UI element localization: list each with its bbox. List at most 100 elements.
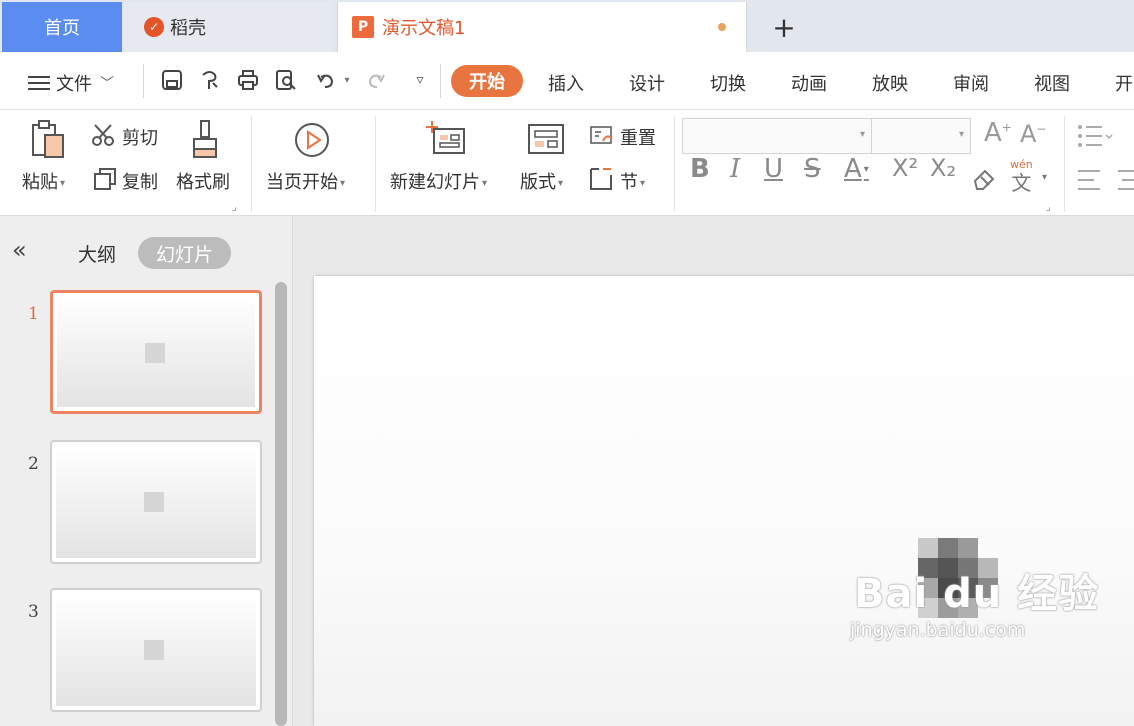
tab-document-label: 演示文稿1 — [382, 18, 466, 39]
copy-button[interactable]: 复制 — [122, 168, 158, 194]
copy-label: 复制 — [122, 172, 158, 193]
section-button[interactable]: 节 ▾ — [620, 168, 645, 194]
ribbon: 粘贴 ▾ 剪切 复制 格式刷 ⌟ 当页开始 ▾ 新建幻灯片 ▾ 版式 ▾ 重置 节 ▾ ▾… — [0, 110, 1134, 216]
section-label: 节 — [620, 172, 638, 193]
paste-icon[interactable] — [28, 118, 68, 160]
share-icon[interactable] — [198, 67, 222, 93]
tab-outline[interactable]: 大纲 — [78, 240, 116, 267]
tab-animation-label: 动画 — [791, 74, 827, 95]
play-current-button[interactable]: 当页开始 ▾ — [266, 168, 345, 194]
font-expand-icon[interactable]: ⌟ — [1046, 202, 1051, 213]
presentation-logo-icon: P — [352, 16, 374, 38]
tab-review[interactable]: 审阅 — [953, 70, 989, 96]
tab-start-label: 开始 — [469, 72, 505, 93]
tab-more-label: 开 — [1115, 74, 1133, 95]
underline-label: U — [764, 154, 784, 184]
font-size-select[interactable]: ▾ — [871, 118, 971, 154]
subscript-label: X₂ — [930, 154, 957, 182]
format-painter-icon[interactable] — [188, 118, 222, 160]
tab-slides[interactable]: 幻灯片 — [138, 237, 231, 269]
new-slide-button[interactable]: 新建幻灯片 ▾ — [390, 168, 487, 194]
new-tab-button[interactable]: + — [764, 2, 804, 52]
tab-insert[interactable]: 插入 — [548, 70, 584, 96]
redo-icon[interactable] — [364, 67, 388, 93]
collapse-panel-icon[interactable]: « — [12, 236, 27, 264]
tab-animation[interactable]: 动画 — [791, 70, 827, 96]
tab-design[interactable]: 设计 — [629, 70, 665, 96]
slide-thumbnail-2[interactable] — [50, 440, 262, 564]
phonetic-guide-button[interactable]: wén 文 — [1010, 158, 1033, 196]
italic-button[interactable]: I — [730, 154, 740, 184]
watermark-logo: Bai du 经验 — [854, 561, 1099, 619]
section-icon — [588, 166, 616, 192]
watermark-text: Bai du 经验 — [854, 571, 1100, 617]
paste-button[interactable]: 粘贴 ▾ — [22, 168, 65, 194]
slide-thumbnail-content — [56, 594, 256, 706]
panel-scrollbar[interactable] — [275, 282, 287, 726]
new-slide-label: 新建幻灯片 — [390, 172, 480, 193]
slide-thumbnail-1[interactable] — [50, 290, 262, 414]
divider — [251, 116, 252, 212]
tab-daoke-label: 稻壳 — [170, 18, 206, 39]
tab-transition[interactable]: 切换 — [710, 70, 746, 96]
caret-icon: ▾ — [640, 177, 646, 189]
format-painter-button[interactable]: 格式刷 — [176, 168, 230, 194]
watermark-url: jingyan.baidu.com — [850, 619, 1026, 641]
undo-icon[interactable] — [314, 67, 338, 93]
tab-bar: 首页 ✓ 稻壳 P 演示文稿1 + — [0, 0, 1134, 52]
caret-icon: ▾ — [340, 177, 346, 189]
tab-slideshow[interactable]: 放映 — [872, 70, 908, 96]
bullet-list-icon[interactable] — [1076, 122, 1116, 150]
cut-button[interactable]: 剪切 — [122, 124, 158, 150]
current-slide[interactable] — [314, 276, 1134, 726]
slide-thumbnail-3[interactable] — [50, 588, 262, 712]
strikethrough-button[interactable]: S — [804, 154, 821, 184]
new-slide-icon[interactable] — [426, 120, 466, 156]
layout-icon[interactable] — [526, 122, 566, 156]
clipboard-expand-icon[interactable]: ⌟ — [232, 202, 237, 213]
tab-view[interactable]: 视图 — [1034, 70, 1070, 96]
chevron-down-icon: ﹀ — [100, 76, 114, 92]
superscript-button[interactable]: X² — [892, 154, 918, 182]
tab-home[interactable]: 首页 — [2, 2, 122, 52]
print-preview-icon[interactable] — [274, 67, 298, 93]
eraser-icon[interactable] — [970, 164, 1000, 192]
tab-outline-label: 大纲 — [78, 244, 117, 266]
font-color-button[interactable]: A ▾ — [844, 154, 869, 184]
file-menu[interactable]: 文件 ﹀ — [28, 70, 114, 96]
bold-button[interactable]: B — [690, 154, 710, 184]
tab-slides-label: 幻灯片 — [155, 243, 213, 266]
blurred-content — [144, 492, 164, 512]
tab-review-label: 审阅 — [953, 74, 989, 95]
decrease-font-icon[interactable]: A− — [1020, 120, 1046, 148]
italic-label: I — [730, 154, 741, 184]
divider — [440, 64, 441, 98]
reset-button[interactable]: 重置 — [620, 124, 656, 150]
editing-canvas: Bai du 经验 jingyan.baidu.com — [294, 216, 1134, 726]
increase-font-icon[interactable]: A+ — [984, 118, 1012, 148]
tab-document[interactable]: P 演示文稿1 — [337, 2, 747, 52]
print-icon[interactable] — [236, 67, 260, 93]
align-left-icon[interactable] — [1076, 166, 1134, 194]
tab-design-label: 设计 — [629, 74, 665, 95]
tab-daoke[interactable]: ✓ 稻壳 — [124, 2, 332, 52]
tab-view-label: 视图 — [1034, 74, 1070, 95]
font-name-select[interactable]: ▾ — [682, 118, 872, 154]
play-icon[interactable] — [292, 120, 332, 160]
undo-dropdown-icon[interactable]: ▾ — [340, 67, 354, 93]
underline-button[interactable]: U — [764, 154, 783, 184]
format-painter-label: 格式刷 — [176, 172, 230, 193]
caret-icon[interactable]: ▾ — [1042, 172, 1047, 183]
phonetic-icon: 文 — [1011, 171, 1032, 195]
layout-button[interactable]: 版式 ▾ — [520, 168, 563, 194]
tab-start[interactable]: 开始 — [451, 65, 523, 97]
blurred-content — [144, 640, 164, 660]
scissors-icon — [90, 122, 118, 148]
bold-label: B — [690, 154, 710, 184]
customize-dropdown-icon[interactable]: ▿ — [408, 67, 432, 93]
subscript-button[interactable]: X₂ — [930, 154, 956, 182]
tab-more[interactable]: 开 — [1115, 70, 1133, 96]
play-current-label: 当页开始 — [266, 172, 338, 193]
save-icon[interactable] — [160, 67, 184, 93]
reset-icon — [588, 124, 616, 148]
